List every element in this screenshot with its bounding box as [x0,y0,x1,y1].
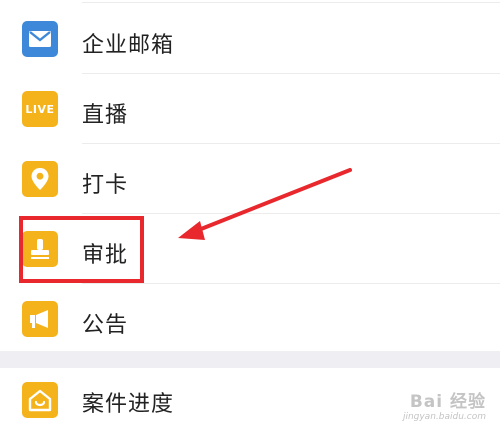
baidu-jingyan-watermark: Bai 经验 jingyan.baidu.com [403,387,486,422]
watermark-brand: Bai 经验 [409,392,486,412]
annotation-arrow-icon [178,168,352,240]
app-menu-screen: 企业邮箱 LIVE 直播 打卡 审批 公告 案件进度 Bai 经验 jingya… [0,0,500,430]
watermark-url: jingyan.baidu.com [402,412,486,422]
